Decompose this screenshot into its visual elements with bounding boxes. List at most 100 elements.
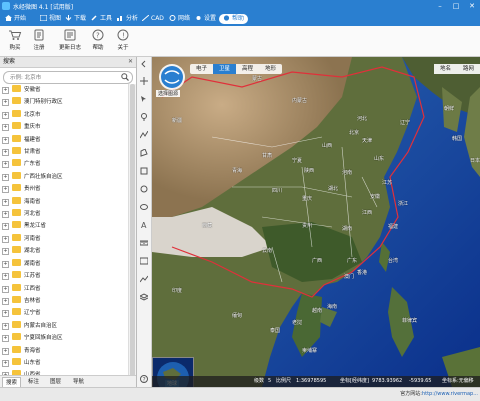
region-scrollbar[interactable] [128,84,136,387]
ellipse-icon[interactable] [140,203,148,211]
map-type-elevation[interactable]: 高程 [236,64,259,74]
expand-icon[interactable]: + [2,260,9,268]
menu-item-settings[interactable]: 设置 [191,14,220,24]
overlay-roads[interactable]: 路网 [457,64,480,74]
circle-icon[interactable] [140,185,148,193]
menu-item-tools[interactable]: 工具 [87,14,116,24]
list-item[interactable]: + 福建省 [0,134,128,146]
map-type-switch: 电子 卫星 高程 地形 [190,64,283,74]
measure-area-icon[interactable] [140,257,148,265]
ribbon-toolbar: 购买 注册 更新日志 ? 帮助 ! 关于 [0,26,480,57]
expand-icon[interactable]: + [2,359,9,367]
list-item[interactable]: + 安徽省 [0,84,128,96]
menu-item-download[interactable]: 下载 [61,14,90,24]
source-selector-label[interactable]: 选择图源 [156,90,181,97]
expand-icon[interactable]: + [2,186,9,194]
tab-navigation[interactable]: 导航 [70,377,87,387]
menu-item-help[interactable]: 帮助 [219,14,249,24]
map-type-terrain[interactable]: 地形 [259,64,282,74]
list-item[interactable]: + 海南省 [0,196,128,208]
register-button[interactable]: 注册 [24,28,54,54]
expand-icon[interactable]: + [2,285,9,293]
map-place-label: 江苏 [382,180,393,186]
list-item[interactable]: + 甘肃省 [0,146,128,158]
pan-icon[interactable] [140,77,148,85]
minimize-icon[interactable]: – [432,0,448,12]
layer-icon[interactable] [140,293,148,301]
list-item[interactable]: + 青海省 [0,345,128,357]
marker-icon[interactable] [140,113,148,121]
list-item[interactable]: + 澳门特别行政区 [0,96,128,108]
expand-icon[interactable]: + [2,198,9,206]
list-item[interactable]: + 重庆市 [0,121,128,133]
menu-item-network[interactable]: 网络 [165,14,194,24]
list-item[interactable]: + 内蒙古自治区 [0,320,128,332]
menu-item-cad[interactable]: CAD [138,14,168,24]
pin-icon[interactable]: ✕ [128,57,133,67]
expand-icon[interactable]: + [2,111,9,119]
expand-icon[interactable]: + [2,310,9,318]
polyline-icon[interactable] [140,131,148,139]
map-type-satellite[interactable]: 卫星 [213,64,237,74]
select-icon[interactable] [140,95,148,103]
map-type-electronic[interactable]: 电子 [190,64,213,74]
list-item[interactable]: + 黑龙江省 [0,220,128,232]
profile-icon[interactable] [140,275,148,283]
expand-icon[interactable]: + [2,149,9,157]
list-item[interactable]: + 江西省 [0,283,128,295]
tab-layers[interactable]: 图层 [47,377,64,387]
update-log-button[interactable]: 更新日志 [55,28,85,54]
coord-label: 坐标[经纬度] [340,378,369,384]
list-item[interactable]: + 宁夏回族自治区 [0,332,128,344]
search-icon[interactable] [121,73,129,81]
expand-icon[interactable]: + [2,87,9,94]
tab-annotation[interactable]: 标注 [25,377,42,387]
list-item[interactable]: + 吉林省 [0,295,128,307]
official-site[interactable]: 官方网站:http://www.rivermap... [400,388,478,401]
list-item[interactable]: + 贵州省 [0,183,128,195]
list-item[interactable]: + 江苏省 [0,270,128,282]
maximize-icon[interactable]: □ [448,0,464,12]
expand-icon[interactable]: + [2,173,9,181]
expand-icon[interactable]: + [2,235,9,243]
list-item[interactable]: + 广西壮族自治区 [0,171,128,183]
polygon-icon[interactable] [140,149,148,157]
expand-icon[interactable]: + [2,273,9,281]
expand-icon[interactable]: + [2,347,9,355]
expand-icon[interactable]: + [2,136,9,144]
list-item[interactable]: + 湖北省 [0,245,128,257]
rectangle-icon[interactable] [140,167,148,175]
text-icon[interactable]: A [140,221,148,229]
list-item[interactable]: + 广东省 [0,158,128,170]
list-item[interactable]: + 河南省 [0,233,128,245]
search-input[interactable] [8,72,122,83]
folder-icon [12,171,21,179]
expand-icon[interactable]: + [2,223,9,231]
close-icon[interactable]: ✕ [464,0,480,12]
list-item[interactable]: + 辽宁省 [0,307,128,319]
overlay-place-names[interactable]: 地名 [434,64,457,74]
list-item[interactable]: + 河北省 [0,208,128,220]
expand-icon[interactable]: + [2,99,9,107]
expand-icon[interactable]: + [2,124,9,132]
measure-distance-icon[interactable] [140,239,148,247]
menu-item-start[interactable]: 开始 [1,14,30,24]
expand-icon[interactable]: + [2,335,9,343]
about-button[interactable]: ! 关于 [108,28,138,54]
expand-icon[interactable]: + [2,322,9,330]
expand-icon[interactable]: + [2,248,9,256]
expand-icon[interactable]: + [2,211,9,219]
expand-icon[interactable]: + [2,161,9,169]
source-selector[interactable] [159,64,185,90]
collapse-icon[interactable] [140,60,148,68]
map-help-icon[interactable]: ? [140,375,148,383]
expand-icon[interactable]: + [2,297,9,305]
map-place-label: 四川 [272,188,283,194]
scrollbar-thumb[interactable] [130,84,135,384]
list-item[interactable]: + 北京市 [0,109,128,121]
list-item[interactable]: + 湖南省 [0,258,128,270]
official-site-link[interactable]: http://www.rivermap... [422,391,478,397]
satellite-map[interactable]: 辽宁 河北 北京 天津 山西 山东 河南 江苏 安徽 浙江 湖北 江西 福建 湖南 四川 重庆 贵州 云南 广西 广东… [152,57,480,387]
list-item[interactable]: + 山东省 [0,357,128,369]
region-name: 河南省 [24,235,41,242]
